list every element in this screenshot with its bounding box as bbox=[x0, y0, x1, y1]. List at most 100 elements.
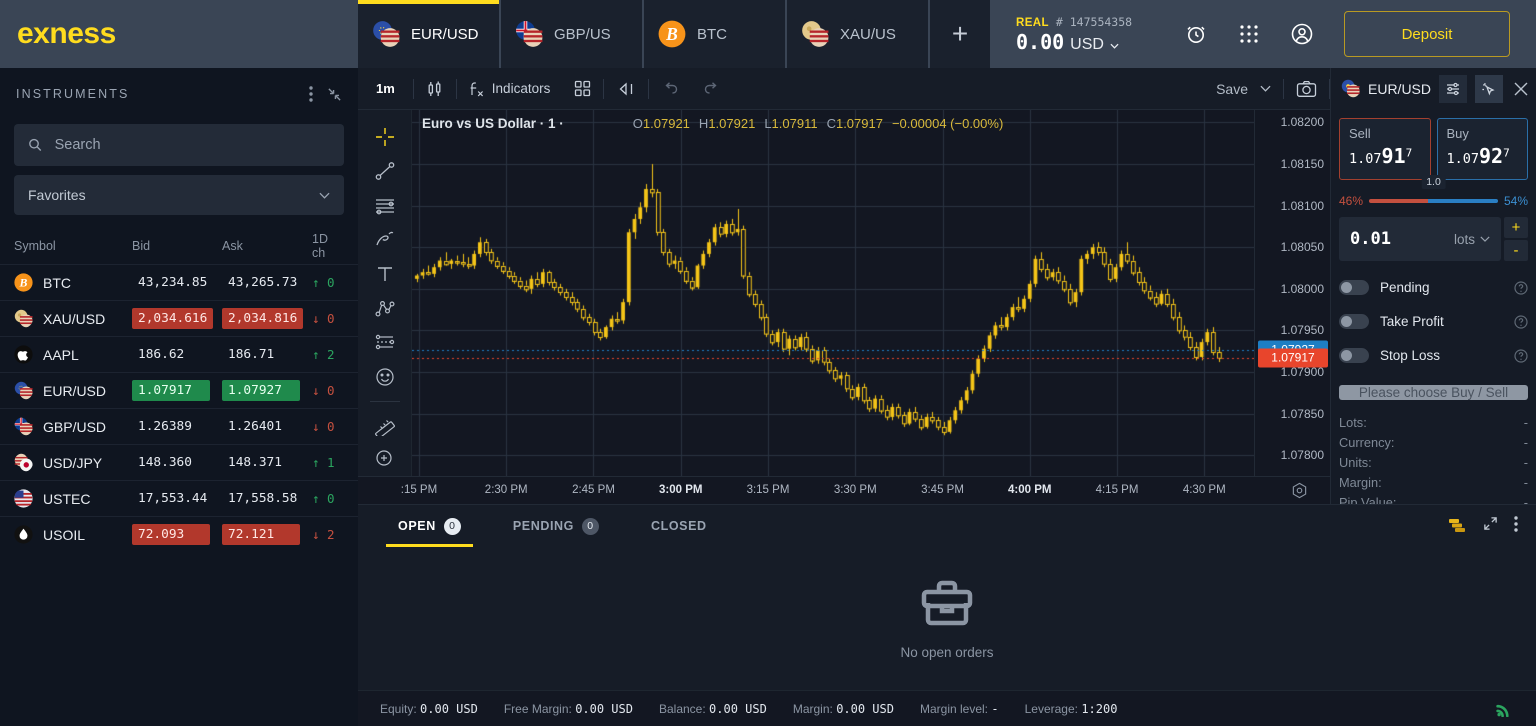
one-click-trading-icon[interactable] bbox=[1475, 75, 1503, 103]
instruments-title: INSTRUMENTS bbox=[16, 87, 295, 101]
instruments-sidebar: exness INSTRUMENTS Favorites Symbol Bid … bbox=[0, 0, 358, 726]
toggle-pending[interactable] bbox=[1339, 280, 1369, 295]
instrument-row[interactable]: GBP/USD1.263891.26401↓ 0 bbox=[0, 408, 358, 444]
help-icon[interactable] bbox=[1514, 349, 1528, 363]
instrument-row[interactable]: USTEC17,553.4417,558.58↑ 0 bbox=[0, 480, 358, 516]
lots-input[interactable]: 0.01 lots bbox=[1339, 217, 1501, 261]
search-icon bbox=[28, 137, 43, 153]
time-axis-label: 4:00 PM bbox=[1008, 484, 1051, 496]
instrument-row[interactable]: XAU/USD2,034.6162,034.816↓ 0 bbox=[0, 300, 358, 336]
lots-unit-dropdown[interactable]: lots bbox=[1454, 232, 1490, 247]
close-panel-icon[interactable] bbox=[1514, 82, 1536, 96]
horizontal-lines-tool-icon[interactable] bbox=[365, 189, 405, 223]
orders-tab[interactable]: PENDING0 bbox=[487, 505, 625, 547]
main-area: EUR/USDGBP/USBBTCXAU/US + REAL # 1475543… bbox=[358, 0, 1536, 726]
symbol-tab[interactable]: EUR/USD bbox=[358, 0, 499, 68]
lots-decrease-button[interactable]: - bbox=[1504, 240, 1528, 261]
orders-tab-count: 0 bbox=[582, 518, 599, 535]
search-box[interactable] bbox=[14, 124, 344, 166]
instrument-ask: 43,265.73 bbox=[222, 272, 303, 293]
time-axis-label: 2:45 PM bbox=[572, 484, 615, 496]
price-axis-label: 1.07800 bbox=[1281, 448, 1324, 462]
help-icon[interactable] bbox=[1514, 315, 1528, 329]
chevron-down-icon[interactable] bbox=[1110, 43, 1119, 49]
sell-button[interactable]: Sell 1.07917 bbox=[1339, 118, 1431, 180]
bulk-close-icon[interactable] bbox=[1447, 515, 1467, 538]
toggle-stop-loss[interactable] bbox=[1339, 348, 1369, 363]
connection-status-icon[interactable] bbox=[1495, 700, 1514, 717]
symbol-tab[interactable]: BBTC bbox=[644, 0, 785, 68]
undo-button[interactable] bbox=[649, 68, 691, 110]
instrument-ask: 148.371 bbox=[222, 452, 300, 473]
screenshot-button[interactable] bbox=[1284, 68, 1329, 110]
instrument-bid: 2,034.616 bbox=[132, 308, 213, 329]
account-summary[interactable]: REAL # 147554358 0.00 USD bbox=[990, 0, 1180, 68]
save-button[interactable]: Save bbox=[1204, 68, 1260, 110]
sell-price-prefix: 1.07 bbox=[1349, 151, 1382, 167]
alarm-icon[interactable] bbox=[1184, 22, 1208, 46]
column-symbol: Symbol bbox=[14, 239, 132, 253]
trend-line-tool-icon[interactable] bbox=[365, 154, 405, 188]
crosshair-tool-icon[interactable] bbox=[365, 120, 405, 154]
pattern-tool-icon[interactable] bbox=[365, 292, 405, 326]
option-label: Pending bbox=[1380, 280, 1503, 295]
ohlc-l: L1.07911 bbox=[764, 116, 817, 131]
symbol-tab[interactable]: XAU/US bbox=[787, 0, 928, 68]
add-tab-button[interactable]: + bbox=[930, 0, 990, 68]
orders-tab[interactable]: OPEN0 bbox=[372, 505, 487, 547]
brush-tool-icon[interactable] bbox=[365, 223, 405, 257]
favorites-dropdown[interactable]: Favorites bbox=[14, 175, 344, 215]
zoom-tool-icon[interactable] bbox=[365, 442, 405, 476]
collapse-icon[interactable] bbox=[327, 87, 342, 102]
expand-orders-icon[interactable] bbox=[1483, 516, 1498, 536]
profile-icon[interactable] bbox=[1290, 22, 1314, 46]
chart-info-line: Euro vs US Dollar · 1 · O1.07921H1.07921… bbox=[422, 116, 1003, 131]
option-label: Take Profit bbox=[1380, 314, 1503, 329]
candlestick-chart[interactable] bbox=[412, 110, 1254, 476]
summary-row: Units:- bbox=[1339, 453, 1528, 473]
timeframe-button[interactable]: 1m bbox=[358, 68, 413, 110]
more-options-icon[interactable] bbox=[309, 86, 313, 102]
fib-tool-icon[interactable] bbox=[365, 326, 405, 360]
ohlc-h: H1.07921 bbox=[699, 116, 755, 131]
lots-increase-button[interactable]: + bbox=[1504, 217, 1528, 238]
tools-divider bbox=[370, 401, 400, 402]
toggle-take-profit[interactable] bbox=[1339, 314, 1369, 329]
instrument-row[interactable]: USOIL72.09372.121↓ 2 bbox=[0, 516, 358, 552]
chart-canvas-area[interactable]: Euro vs US Dollar · 1 · O1.07921H1.07921… bbox=[412, 110, 1254, 476]
layout-button[interactable] bbox=[562, 68, 603, 110]
buy-button[interactable]: Buy 1.07927 bbox=[1437, 118, 1529, 180]
emoji-tool-icon[interactable] bbox=[365, 360, 405, 394]
symbol-tab[interactable]: GBP/US bbox=[501, 0, 642, 68]
lots-unit-label: lots bbox=[1454, 232, 1475, 247]
submit-order-button[interactable]: Please choose Buy / Sell bbox=[1339, 385, 1528, 400]
text-tool-icon[interactable] bbox=[365, 257, 405, 291]
measure-tool-icon[interactable] bbox=[365, 407, 405, 441]
price-axis-label: 1.08200 bbox=[1281, 115, 1324, 129]
instrument-row[interactable]: EUR/USD1.079171.07927↓ 0 bbox=[0, 372, 358, 408]
time-axis[interactable]: :15 PM2:30 PM2:45 PM3:00 PM3:15 PM3:30 P… bbox=[358, 476, 1330, 504]
redo-button[interactable] bbox=[691, 68, 733, 110]
save-dropdown-button[interactable] bbox=[1260, 68, 1283, 110]
search-input[interactable] bbox=[55, 137, 330, 153]
orders-more-icon[interactable] bbox=[1514, 516, 1518, 537]
chart-settings-icon[interactable] bbox=[1291, 482, 1308, 504]
instrument-row[interactable]: USD/JPY148.360148.371↑ 1 bbox=[0, 444, 358, 480]
deposit-button[interactable]: Deposit bbox=[1344, 11, 1510, 57]
indicators-button[interactable]: Indicators bbox=[457, 68, 563, 110]
instrument-row[interactable]: AAPL186.62186.71↑ 2 bbox=[0, 336, 358, 372]
price-axis[interactable]: 1.082001.081501.081001.080501.080001.079… bbox=[1254, 110, 1330, 476]
sell-percent: 46% bbox=[1339, 194, 1363, 208]
help-icon[interactable] bbox=[1514, 281, 1528, 295]
chart-row: Euro vs US Dollar · 1 · O1.07921H1.07921… bbox=[358, 110, 1330, 476]
instrument-row[interactable]: BBTC43,234.8543,265.73↑ 0 bbox=[0, 264, 358, 300]
instrument-symbol: AAPL bbox=[43, 347, 79, 363]
order-option-row: Take Profit bbox=[1339, 314, 1528, 329]
status-item: Balance: 0.00 USD bbox=[659, 702, 767, 716]
apps-grid-icon[interactable] bbox=[1238, 23, 1260, 45]
chart-toolbar: 1m Indicators Save bbox=[358, 68, 1536, 110]
chart-type-button[interactable] bbox=[414, 68, 456, 110]
replay-button[interactable] bbox=[604, 68, 648, 110]
orders-tab[interactable]: CLOSED bbox=[625, 505, 733, 547]
trade-settings-icon[interactable] bbox=[1439, 75, 1467, 103]
